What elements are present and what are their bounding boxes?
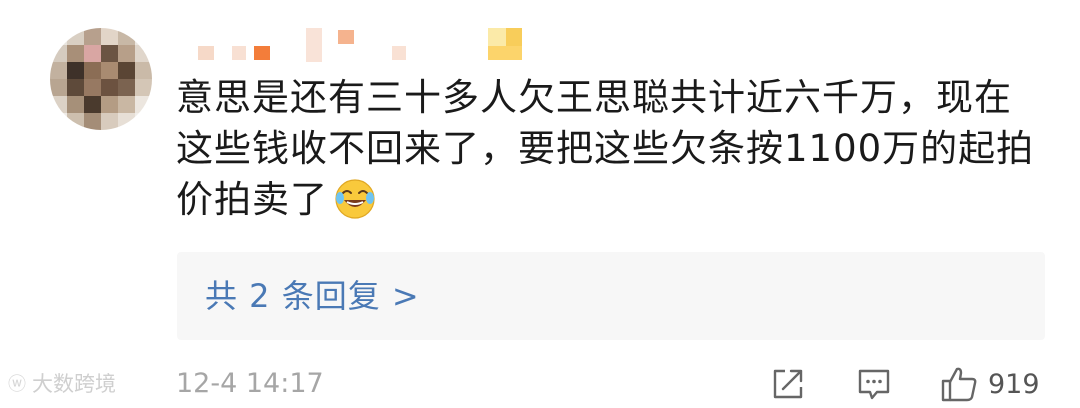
view-replies-link[interactable]: 共 2 条回复 > [205, 274, 420, 318]
watermark-text: 大数跨境 [32, 372, 116, 396]
like-count: 919 [988, 368, 1040, 400]
comment-footer: ⓦ 大数跨境 12-4 14:17 919 [0, 362, 1080, 408]
laughing-tears-emoji [335, 179, 375, 219]
watermark: ⓦ 大数跨境 [8, 368, 116, 398]
comment-line: 价拍卖了 [176, 174, 1056, 225]
comment-text: 意思是还有三十多人欠王思聪共计近六千万，现在 这些钱收不回来了，要把这些欠条按1… [176, 72, 1056, 225]
comment-button[interactable] [856, 364, 892, 404]
share-icon [773, 369, 803, 399]
username-blurred[interactable] [198, 28, 538, 64]
timestamp: 12-4 14:17 [176, 368, 324, 399]
like-button[interactable]: 919 [940, 364, 1040, 404]
avatar[interactable] [50, 28, 152, 130]
comment-line: 这些钱收不回来了，要把这些欠条按1100万的起拍 [176, 127, 1035, 170]
weibo-logo-icon: ⓦ [8, 374, 26, 395]
thumbs-up-icon [941, 367, 977, 402]
comment-icon [858, 369, 890, 400]
comment-card: 意思是还有三十多人欠王思聪共计近六千万，现在 这些钱收不回来了，要把这些欠条按1… [0, 0, 1080, 408]
comment-line: 意思是还有三十多人欠王思聪共计近六千万，现在 [176, 76, 1012, 119]
replies-panel: 共 2 条回复 > [177, 252, 1045, 340]
share-button[interactable] [770, 364, 806, 404]
